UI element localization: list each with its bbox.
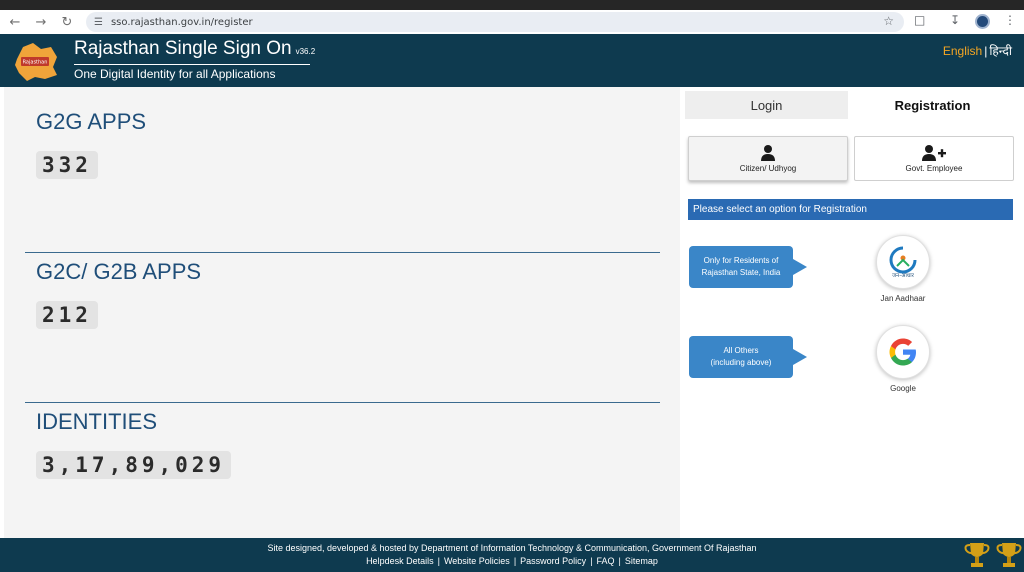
stats-divider (25, 402, 660, 403)
jan-aadhaar-logo-text: जन-आधार (892, 273, 915, 279)
others-callout-line2: (including above) (710, 358, 772, 367)
site-footer: Site designed, developed & hosted by Dep… (0, 538, 1024, 572)
star-icon[interactable]: ☆ (883, 14, 894, 28)
forward-arrow-icon[interactable]: → (30, 12, 52, 32)
lang-separator: | (984, 44, 988, 58)
others-callout-line1: All Others (723, 346, 759, 355)
citizen-udhyog-button[interactable]: Citizen/ Udhyog (688, 136, 848, 181)
footer-link-faq[interactable]: FAQ (597, 556, 615, 566)
trophy-icon (964, 543, 990, 567)
footer-link-helpdesk[interactable]: Helpdesk Details (366, 556, 434, 566)
registration-info-bar: Please select an option for Registration (688, 199, 1013, 220)
footer-link-website-policies[interactable]: Website Policies (444, 556, 510, 566)
menu-icon[interactable]: ⋮ (1004, 13, 1016, 27)
jan-aadhaar-icon: जन-आधार (889, 246, 917, 279)
residents-callout: Only for Residents of Rajasthan State, I… (689, 246, 807, 288)
govt-employee-label: Govt. Employee (905, 164, 963, 173)
govt-employee-button[interactable]: Govt. Employee (854, 136, 1014, 181)
citizen-udhyog-label: Citizen/ Udhyog (739, 164, 797, 173)
footer-separator: | (513, 556, 517, 566)
site-info-icon[interactable]: ☰ (94, 17, 103, 28)
g2c-apps-count: 212 (36, 301, 98, 329)
lang-english-link[interactable]: English (943, 44, 982, 58)
site-header: Rajasthan Rajasthan Single Sign On v36.2 … (0, 34, 1024, 87)
g2g-apps-count: 332 (36, 151, 98, 179)
language-switcher: English | हिन्दी (943, 42, 1012, 59)
app-title-text: Rajasthan Single Sign On (74, 38, 292, 59)
stats-divider (25, 252, 660, 253)
reload-icon[interactable]: ↻ (56, 12, 78, 32)
trophy-icon (996, 543, 1022, 567)
browser-toolbar: ← → ↻ ☰ sso.rajasthan.gov.in/register ☆ … (0, 10, 1024, 34)
address-url[interactable]: sso.rajasthan.gov.in/register (111, 17, 253, 28)
extensions-icon[interactable]: □ (914, 13, 925, 27)
profile-avatar[interactable] (975, 14, 990, 29)
lang-hindi-link[interactable]: हिन्दी (989, 44, 1012, 58)
rajasthan-logo-icon: Rajasthan (15, 43, 57, 81)
identities-title: IDENTITIES (36, 409, 158, 434)
user-icon (761, 145, 775, 161)
identities-count: 3,17,89,029 (36, 451, 232, 479)
app-version: v36.2 (295, 47, 316, 56)
download-icon[interactable]: ↧ (950, 13, 960, 27)
footer-link-sitemap[interactable]: Sitemap (625, 556, 658, 566)
tab-registration[interactable]: Registration (851, 91, 1014, 119)
g2c-apps-title: G2C/ G2B APPS (36, 259, 202, 284)
footer-separator: | (618, 556, 621, 566)
google-label: Google (890, 384, 916, 393)
google-button[interactable] (876, 325, 930, 379)
footer-credits: Site designed, developed & hosted by Dep… (267, 543, 757, 553)
footer-links: Helpdesk Details | Website Policies | Passwo… (0, 556, 1024, 566)
back-arrow-icon[interactable]: ← (4, 12, 26, 32)
jan-aadhaar-label: Jan Aadhaar (880, 294, 926, 303)
tab-login[interactable]: Login (685, 91, 848, 119)
window-top-strip (0, 0, 1024, 10)
title-underline (74, 64, 310, 65)
residents-callout-line1: Only for Residents of (703, 256, 779, 265)
google-icon (889, 338, 916, 366)
registration-panel: Login Registration Citizen/ Udhyog Govt.… (680, 87, 1024, 538)
g2g-apps-title: G2G APPS (36, 109, 147, 134)
address-bar[interactable]: ☰ sso.rajasthan.gov.in/register ☆ (86, 12, 904, 32)
footer-separator: | (437, 556, 440, 566)
footer-link-password-policy[interactable]: Password Policy (520, 556, 586, 566)
app-tagline: One Digital Identity for all Application… (74, 67, 276, 81)
app-title: Rajasthan Single Sign On v36.2 (74, 38, 315, 60)
svg-text:Rajasthan: Rajasthan (23, 60, 48, 66)
footer-separator: | (590, 556, 593, 566)
stats-panel: G2G APPS 332 G2C/ G2B APPS 212 IDENTITIE… (4, 87, 680, 538)
others-callout: All Others (including above) (689, 336, 807, 378)
jan-aadhaar-button[interactable]: जन-आधार (876, 235, 930, 289)
user-plus-icon (922, 145, 946, 161)
residents-callout-line2: Rajasthan State, India (701, 268, 781, 277)
